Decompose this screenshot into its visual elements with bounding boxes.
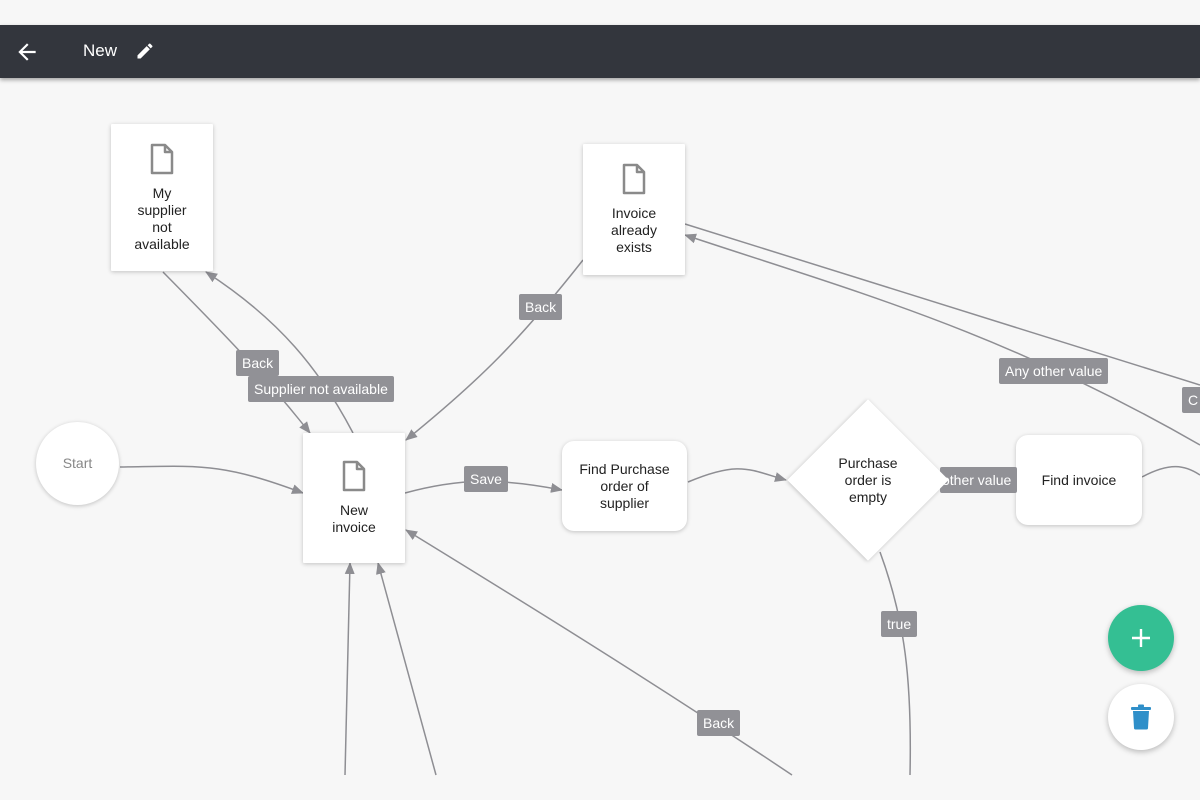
node-label-line: order of bbox=[600, 477, 649, 494]
edge-label-other-value[interactable]: other value bbox=[940, 467, 1018, 493]
edge-invoice-exists-to-new-invoice[interactable] bbox=[405, 259, 584, 441]
edge-back-to-new-invoice[interactable] bbox=[405, 529, 793, 776]
edge-label-back[interactable]: Back bbox=[236, 350, 280, 376]
node-label-line: New bbox=[339, 502, 368, 518]
node-my-supplier-not-available[interactable]: My supplier not available bbox=[111, 124, 213, 271]
node-new-invoice[interactable]: New invoice bbox=[303, 433, 405, 563]
trash-icon bbox=[1131, 704, 1151, 730]
node-label-line: Find Purchase bbox=[579, 460, 670, 477]
arrow-left-icon[interactable] bbox=[14, 39, 40, 65]
edge-find-po-to-decision[interactable] bbox=[687, 468, 787, 483]
edge-bottom-to-new-invoice-2[interactable] bbox=[376, 562, 437, 776]
decision-label: Purchase order is empty bbox=[787, 399, 949, 561]
document-icon bbox=[150, 143, 174, 174]
node-label-line: exists bbox=[616, 239, 652, 255]
node-label-line: empty bbox=[848, 488, 888, 505]
node-label-line: Purchase bbox=[838, 454, 898, 471]
node-label-line: My bbox=[152, 184, 172, 201]
node-start-label: Start bbox=[62, 455, 93, 471]
edge-bottom-to-new-invoice-1[interactable] bbox=[344, 562, 355, 776]
plus-icon bbox=[1132, 629, 1150, 647]
node-label-line: not bbox=[152, 218, 172, 235]
edge-label-back[interactable]: Back bbox=[519, 294, 563, 320]
node-start[interactable]: Start bbox=[36, 422, 119, 505]
edges-layer bbox=[119, 223, 1200, 776]
edge-label-save[interactable]: Save bbox=[464, 466, 508, 492]
node-label-line: already bbox=[611, 222, 657, 238]
node-label-line: invoice bbox=[332, 519, 376, 535]
node-invoice-already-exists[interactable]: Invoice already exists bbox=[583, 144, 685, 275]
edge-invoice-exists-to-right[interactable] bbox=[684, 223, 1200, 386]
node-label-line: supplier bbox=[599, 494, 650, 511]
node-purchase-order-is-empty[interactable]: Purchase order is empty bbox=[787, 399, 949, 561]
page-title: New bbox=[83, 41, 118, 60]
node-label-line: supplier bbox=[137, 201, 187, 218]
node-label: Find invoice bbox=[1041, 471, 1117, 488]
pencil-icon[interactable] bbox=[135, 41, 155, 61]
document-icon bbox=[342, 460, 366, 492]
edge-new-invoice-to-my-supplier[interactable] bbox=[205, 271, 354, 434]
node-find-invoice[interactable]: Find invoice bbox=[1016, 435, 1142, 525]
edge-decision-true[interactable] bbox=[879, 551, 912, 776]
node-label-line: order is bbox=[844, 471, 892, 488]
toolbar: New bbox=[0, 25, 1200, 78]
edge-label-true[interactable]: true bbox=[881, 611, 918, 637]
edge-label-cut-off[interactable]: C bbox=[1182, 387, 1200, 413]
edge-label-back[interactable]: Back bbox=[697, 710, 741, 736]
node-label-line: available bbox=[134, 235, 190, 252]
edge-find-invoice-out[interactable] bbox=[1141, 465, 1200, 478]
edge-label-supplier-not-available[interactable]: Supplier not available bbox=[248, 376, 394, 402]
edge-start-to-new-invoice[interactable] bbox=[119, 465, 304, 494]
edge-label-any-other-value[interactable]: Any other value bbox=[999, 358, 1109, 384]
node-find-purchase-order[interactable]: Find Purchase order of supplier bbox=[562, 441, 687, 531]
document-icon bbox=[622, 163, 646, 195]
node-label-line: Invoice bbox=[611, 205, 657, 221]
delete-button[interactable] bbox=[1108, 684, 1174, 750]
add-node-button[interactable] bbox=[1108, 605, 1174, 671]
